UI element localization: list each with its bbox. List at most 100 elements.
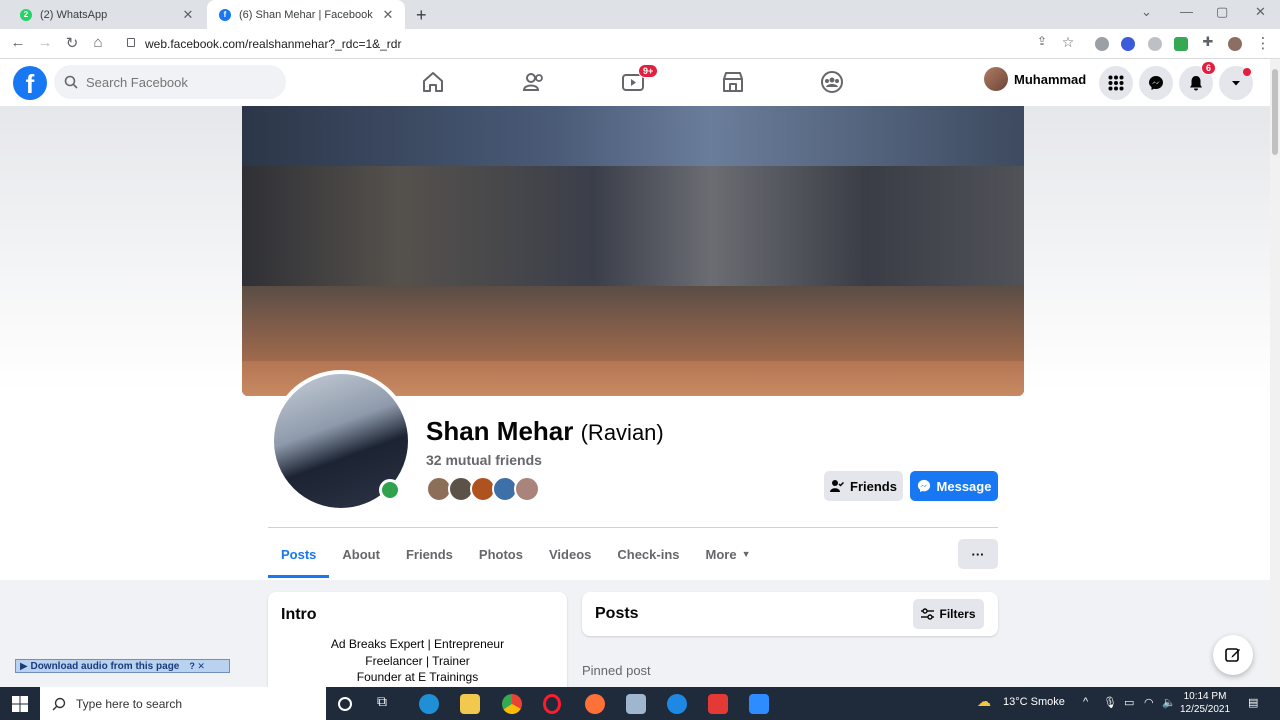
messenger-button[interactable]	[1139, 66, 1173, 100]
tab-title: (6) Shan Mehar | Facebook	[239, 8, 373, 21]
browser-tab-bar: 2 (2) WhatsApp ✕ f (6) Shan Mehar | Face…	[0, 0, 1280, 29]
extension-icon[interactable]	[1121, 37, 1135, 51]
extensions-puzzle-icon[interactable]: ✚	[1198, 34, 1218, 50]
tab-search-icon[interactable]: ⌄	[1141, 4, 1152, 20]
anydesk-icon[interactable]	[708, 694, 728, 714]
tab-videos[interactable]: Videos	[536, 530, 604, 578]
user-profile-chip[interactable]: Muhammad	[984, 67, 1086, 91]
file-explorer-icon[interactable]	[460, 694, 480, 714]
profile-avatar-icon[interactable]	[1228, 37, 1242, 51]
taskbar-search[interactable]: Type here to search	[40, 687, 326, 720]
download-audio-label[interactable]: ▶ Download audio from this page	[20, 661, 179, 672]
page-scrollbar[interactable]	[1270, 59, 1280, 687]
tray-expand-icon[interactable]: ^	[1083, 696, 1088, 708]
home-icon[interactable]: ⌂	[88, 34, 108, 51]
close-tab-icon[interactable]: ✕	[181, 7, 195, 23]
filters-label: Filters	[939, 607, 976, 621]
app-icon[interactable]	[626, 694, 646, 714]
mutual-friend-avatars	[426, 476, 540, 502]
opera-icon[interactable]	[543, 694, 561, 714]
pinned-post-label: Pinned post	[582, 663, 651, 678]
whatsapp-favicon-icon: 2	[20, 8, 32, 21]
download-bar-controls[interactable]: ? ✕	[189, 661, 205, 672]
lock-icon[interactable]	[127, 38, 135, 47]
friends-button[interactable]: Friends	[824, 471, 903, 501]
caret-down-icon: ▼	[741, 549, 751, 559]
cortana-icon[interactable]	[338, 697, 352, 711]
profile-header-area	[0, 106, 1270, 580]
profile-tabs: Posts About Friends Photos Videos Check-…	[268, 530, 764, 578]
taskbar-clock[interactable]: 10:14 PM 12/25/2021	[1180, 690, 1230, 716]
firefox-icon[interactable]	[585, 694, 605, 714]
cover-photo[interactable]	[242, 106, 1024, 396]
url-field[interactable]: web.facebook.com/realshanmehar?_rdc=1&_r…	[145, 37, 401, 51]
groups-nav-icon[interactable]	[819, 69, 845, 95]
new-message-button[interactable]	[1213, 635, 1253, 675]
notification-center-icon[interactable]: ▤	[1248, 696, 1258, 709]
battery-icon[interactable]: ▭	[1124, 696, 1134, 709]
mutual-friends-link[interactable]: 32 mutual friends	[426, 452, 542, 468]
globe-extension-icon[interactable]	[1148, 37, 1162, 51]
forward-icon[interactable]: →	[35, 34, 55, 51]
bookmark-star-icon[interactable]: ☆	[1058, 34, 1078, 51]
tab-posts[interactable]: Posts	[268, 530, 330, 578]
marketplace-nav-icon[interactable]	[720, 69, 746, 95]
more-options-button[interactable]: ···	[958, 539, 998, 569]
search-box[interactable]	[54, 65, 286, 99]
weather-text[interactable]: 13°C Smoke	[1003, 696, 1065, 708]
reload-icon[interactable]: ↻	[62, 34, 82, 52]
share-icon[interactable]: ⇪	[1032, 34, 1052, 48]
clock-date: 12/25/2021	[1180, 704, 1231, 715]
translate-extension-icon[interactable]	[1174, 37, 1188, 51]
avatar[interactable]	[514, 476, 540, 502]
download-audio-bar[interactable]: ▶ Download audio from this page ? ✕	[15, 659, 230, 673]
menu-grid-button[interactable]	[1099, 66, 1133, 100]
adblock-extension-icon[interactable]	[1095, 37, 1109, 51]
intro-line: Ad Breaks Expert | Entrepreneur	[330, 637, 505, 651]
facebook-logo-icon[interactable]: f	[13, 66, 47, 100]
tab-about[interactable]: About	[329, 530, 393, 578]
facebook-favicon-icon: f	[219, 8, 231, 21]
person-check-icon	[830, 480, 845, 492]
posts-header-card: Posts Filters	[582, 592, 998, 636]
posts-title: Posts	[595, 605, 639, 622]
wifi-icon[interactable]: ◠	[1144, 696, 1154, 709]
volume-icon[interactable]: 🔈	[1162, 696, 1176, 709]
grid-icon	[1108, 75, 1124, 91]
windows-start-icon[interactable]	[12, 696, 28, 712]
search-input[interactable]	[86, 74, 266, 90]
close-tab-icon[interactable]: ✕	[381, 7, 395, 23]
zoom-icon[interactable]	[749, 694, 769, 714]
tab-friends[interactable]: Friends	[393, 530, 466, 578]
scrollbar-thumb[interactable]	[1272, 69, 1278, 155]
avatar	[984, 67, 1008, 91]
minimize-icon[interactable]: —	[1180, 4, 1193, 19]
account-alert-dot	[1243, 68, 1251, 76]
back-icon[interactable]: ←	[8, 34, 28, 51]
tab-facebook[interactable]: f (6) Shan Mehar | Facebook ✕	[207, 0, 405, 29]
task-view-icon[interactable]: ⧉	[377, 693, 397, 713]
filters-button[interactable]: Filters	[913, 599, 984, 629]
tab-photos[interactable]: Photos	[466, 530, 536, 578]
friends-nav-icon[interactable]	[521, 69, 547, 95]
new-tab-button[interactable]: +	[416, 5, 427, 26]
teamviewer-icon[interactable]	[667, 694, 687, 714]
tab-check-ins[interactable]: Check-ins	[604, 530, 692, 578]
messenger-icon	[1149, 76, 1163, 90]
weather-icon[interactable]: ☁	[977, 693, 991, 710]
maximize-icon[interactable]: ▢	[1216, 4, 1228, 20]
search-icon	[64, 75, 78, 89]
chrome-icon[interactable]	[502, 694, 522, 714]
windows-taskbar: Type here to search ⧉ ☁ 13°C Smoke ^ 🎙 ▭…	[0, 687, 1280, 720]
facebook-header: f 9+ Muhammad 6	[0, 59, 1270, 106]
online-status-icon	[379, 479, 401, 501]
user-name: Muhammad	[1014, 71, 1087, 87]
edge-icon[interactable]	[419, 694, 439, 714]
home-nav-icon[interactable]	[420, 69, 446, 95]
message-button[interactable]: Message	[910, 471, 998, 501]
browser-menu-icon[interactable]: ⋮	[1253, 34, 1273, 52]
tab-more[interactable]: More ▼	[693, 530, 764, 578]
close-window-icon[interactable]: ✕	[1255, 4, 1266, 20]
tab-whatsapp[interactable]: 2 (2) WhatsApp ✕	[8, 0, 205, 29]
microphone-icon[interactable]: 🎙	[1103, 696, 1117, 709]
